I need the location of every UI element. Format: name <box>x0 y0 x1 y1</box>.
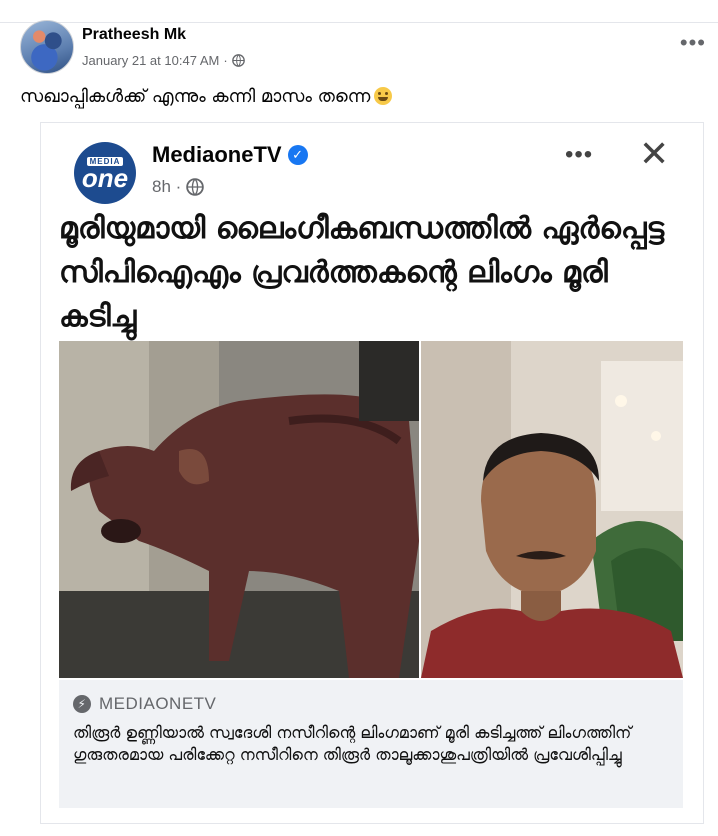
shared-headline: മൂരിയുമായി ലൈംഗീകബന്ധത്തിൽ ഏർപ്പെട്ട സിപ… <box>59 211 665 334</box>
lightning-icon: ⚡ <box>73 695 91 713</box>
previous-post-edge <box>0 0 718 23</box>
meta-separator: · <box>223 53 228 68</box>
post-meta: January 21 at 10:47 AM · <box>82 53 245 68</box>
mediaone-logo: MEDIA one <box>74 142 136 204</box>
link-description: തിരൂർ ഉണ്ണിയാൽ സ്വദേശി നസീറിന്റെ ലിംഗമാണ… <box>73 723 632 764</box>
caption-text: സഖാപ്പികൾക്ക് എന്നും കന്നി മാസം തന്നെ <box>20 86 371 107</box>
shared-post-screenshot[interactable]: MEDIA one MediaoneTV ✓ 8h · ••• ✕ മൂരിയു… <box>40 122 704 824</box>
logo-big-text: one <box>81 162 129 193</box>
shared-more-icon: ••• <box>565 141 594 168</box>
cow-photo <box>59 341 419 678</box>
link-source-text: MEDIAONETV <box>99 694 217 713</box>
verified-badge-icon: ✓ <box>287 145 308 165</box>
shared-page-name: MediaoneTV ✓ <box>152 142 308 168</box>
close-icon: ✕ <box>639 133 670 174</box>
post-timestamp[interactable]: January 21 at 10:47 AM <box>82 53 219 68</box>
grinning-emoji-icon <box>374 87 393 105</box>
globe-icon[interactable] <box>231 54 245 67</box>
shared-time-text: 8h · <box>152 177 182 196</box>
author-name[interactable]: Pratheesh Mk <box>82 26 186 44</box>
globe-icon <box>186 178 205 196</box>
shared-time: 8h · <box>152 177 205 197</box>
man-photo <box>421 341 683 678</box>
shared-page-name-text: MediaoneTV <box>152 142 282 167</box>
link-source: ⚡ MEDIAONETV <box>73 694 216 714</box>
author-avatar[interactable] <box>20 20 74 74</box>
post-caption: സഖാപ്പികൾക്ക് എന്നും കന്നി മാസം തന്നെ <box>20 86 393 107</box>
post-options-button[interactable]: ••• <box>680 30 706 56</box>
link-preview-footer: ⚡ MEDIAONETV തിരൂർ ഉണ്ണിയാൽ സ്വദേശി നസീറ… <box>59 680 683 808</box>
